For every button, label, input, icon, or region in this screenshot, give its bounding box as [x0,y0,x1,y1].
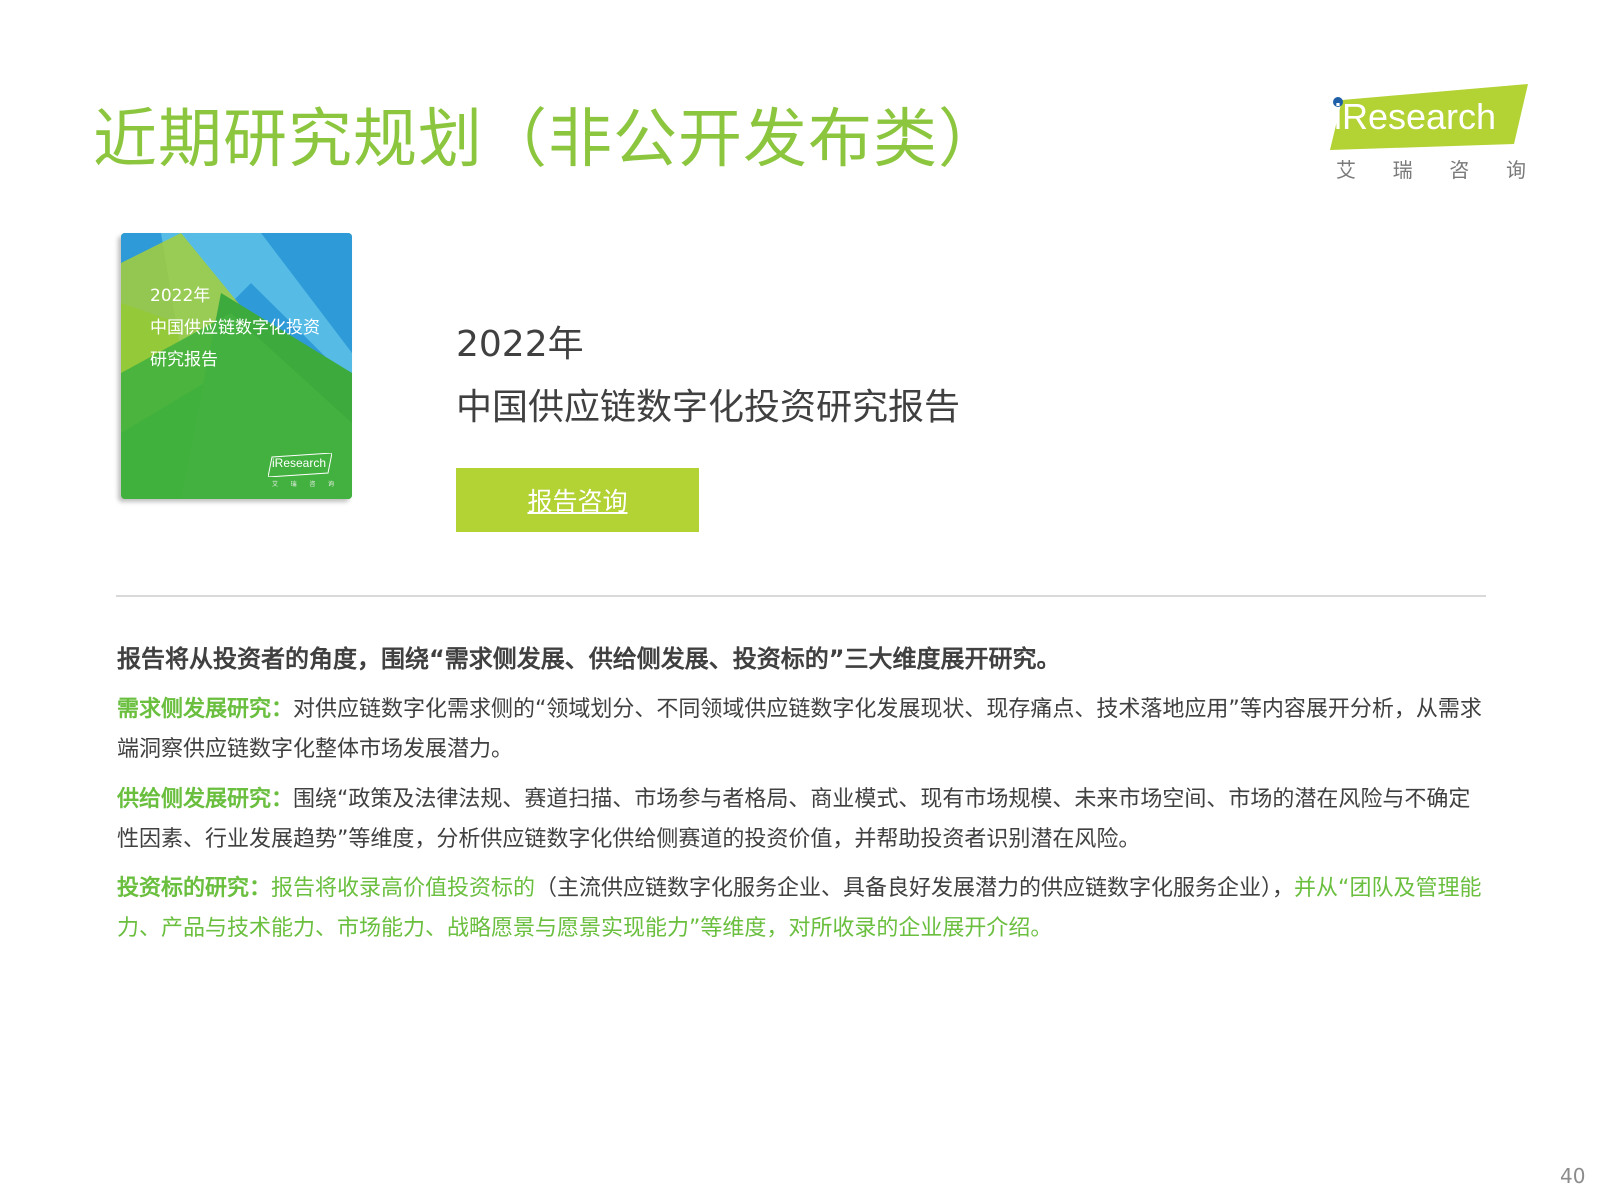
logo-char: 瑞 [1392,158,1413,182]
investment-target-body-part2: （主流供应链数字化服务企业、具备良好发展潜力的供应链数字化服务企业）， [535,876,1295,901]
investment-target-body-part1: 报告将收录高价值投资标的 [271,876,536,901]
report-consult-button[interactable]: 报告咨询 [456,468,699,532]
cover-title-line1: 中国供应链数字化投资 [150,318,320,338]
cover-logo-wordmark: iResearch [272,456,327,470]
investment-target-paragraph: 投资标的研究：报告将收录高价值投资标的（主流供应链数字化服务企业、具备良好发展潜… [117,869,1489,949]
logo-char: 艾 [1336,158,1356,182]
report-year: 2022年 [456,324,584,365]
supply-side-paragraph: 供给侧发展研究：围绕“政策及法律法规、赛道扫描、市场参与者格局、商业模式、现有市… [117,780,1489,860]
demand-side-body: 对供应链数字化需求侧的“领域划分、不同领域供应链数字化发展现状、现存痛点、技术落… [117,697,1482,762]
section-divider [116,595,1486,597]
report-name: 中国供应链数字化投资研究报告 [456,387,961,428]
supply-side-heading: 供给侧发展研究： [117,787,294,812]
summary-lead: 报告将从投资者的角度，围绕“需求侧发展、供给侧发展、投资标的”三大维度展开研究。 [117,645,1061,673]
investment-target-heading: 投资标的研究： [117,876,272,901]
cover-logo-char: 艾 [272,481,279,488]
cover-logo-chinese: 艾 瑞 咨 询 [272,479,334,488]
demand-side-heading: 需求侧发展研究： [117,697,294,722]
page-number: 40 [1560,1164,1586,1188]
cover-logo: iResearch 艾 瑞 咨 询 [268,453,334,488]
cover-title-line2: 研究报告 [150,350,218,370]
cover-logo-char: 咨 [309,481,316,488]
logo-wordmark: iResearch [1334,96,1497,137]
iresearch-logo: iResearch 艾 瑞 咨 询 [1328,84,1528,184]
logo-char: 咨 [1449,158,1470,182]
logo-char: 询 [1505,158,1526,182]
report-consult-link[interactable]: 报告咨询 [527,482,627,518]
report-cover-image[interactable]: 2022年 中国供应链数字化投资 研究报告 iResearch 艾 瑞 咨 询 [121,233,352,499]
page-title: 近期研究规划（非公开发布类） [93,103,1003,177]
cover-logo-char: 询 [327,481,334,488]
demand-side-paragraph: 需求侧发展研究：对供应链数字化需求侧的“领域划分、不同领域供应链数字化发展现状、… [117,690,1489,770]
logo-chinese-name: 艾 瑞 咨 询 [1336,154,1526,183]
supply-side-body: 围绕“政策及法律法规、赛道扫描、市场参与者格局、商业模式、现有市场规模、未来市场… [117,787,1471,852]
cover-logo-char: 瑞 [290,481,297,488]
cover-year: 2022年 [150,286,211,306]
